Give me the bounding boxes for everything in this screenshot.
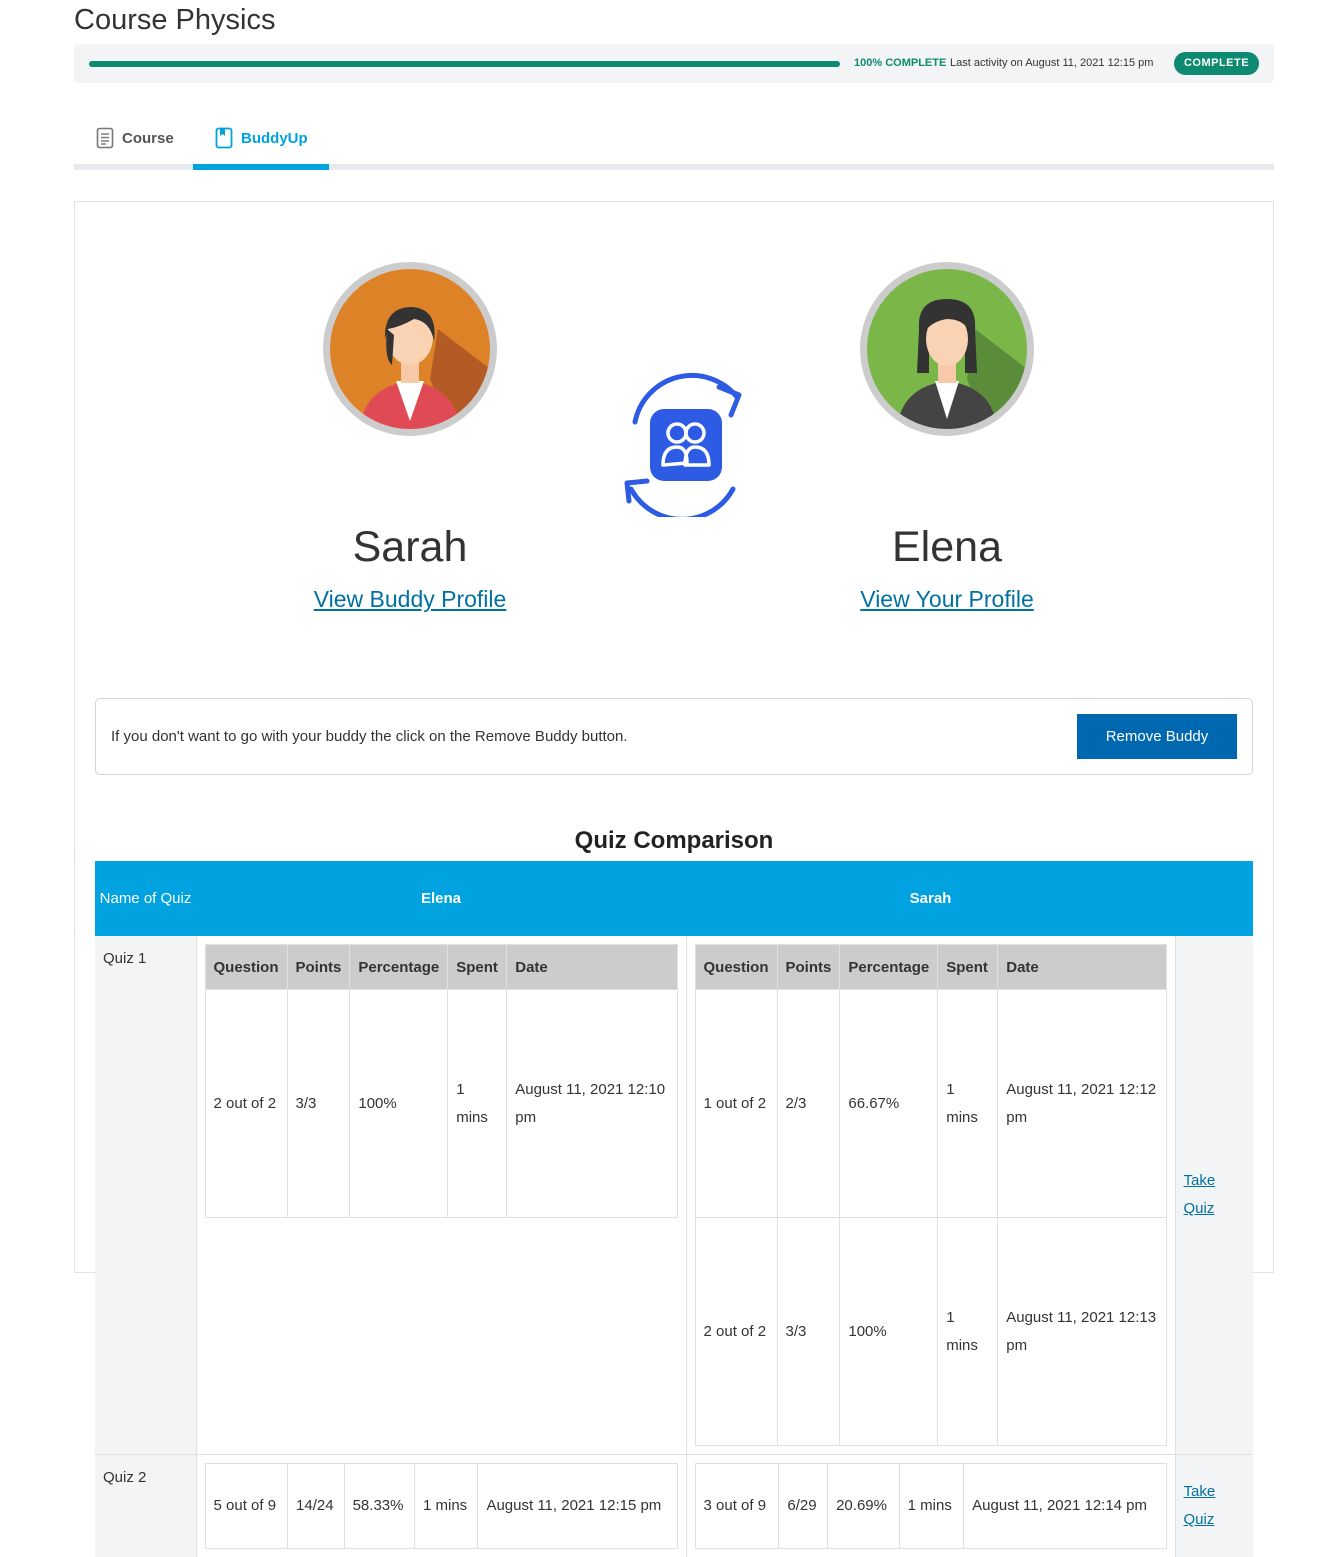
- cell-date: August 11, 2021 12:15 pm: [478, 1464, 677, 1549]
- table-row: Quiz 2 5 out of 9 14/24 58.33% 1 mins Au…: [95, 1455, 1253, 1557]
- result-row: 3 out of 9 6/29 20.69% 1 mins August 11,…: [695, 1464, 1166, 1549]
- column-header: Date: [507, 945, 677, 990]
- progress-percent-label: 100% COMPLETE: [854, 57, 946, 69]
- quiz-action-cell: Take Quiz: [1175, 1455, 1253, 1557]
- column-header: Question: [695, 945, 777, 990]
- tab-buddyup-label: BuddyUp: [241, 130, 308, 147]
- take-quiz-link[interactable]: Take Quiz: [1184, 1483, 1216, 1528]
- my-name: Elena: [797, 520, 1097, 575]
- results-table: Question Points Percentage Spent Date 2 …: [205, 944, 678, 1218]
- active-tab-indicator: [193, 164, 329, 170]
- quiz-name: Quiz 2: [95, 1455, 196, 1557]
- header-elena: Elena: [196, 861, 686, 936]
- tab-course[interactable]: Course: [96, 112, 174, 164]
- elena-results: 5 out of 9 14/24 58.33% 1 mins August 11…: [196, 1455, 686, 1557]
- cell-date: August 11, 2021 12:10 pm: [507, 990, 677, 1218]
- buddy-swap-icon: [615, 367, 755, 522]
- tab-course-label: Course: [122, 130, 174, 147]
- page-title: Course Physics: [74, 0, 275, 40]
- column-header: Percentage: [350, 945, 448, 990]
- results-table: 5 out of 9 14/24 58.33% 1 mins August 11…: [205, 1463, 678, 1549]
- view-buddy-profile-link[interactable]: View Buddy Profile: [260, 586, 560, 613]
- status-badge: COMPLETE: [1174, 52, 1259, 75]
- cell-question: 5 out of 9: [205, 1464, 288, 1549]
- column-header: Points: [777, 945, 840, 990]
- my-avatar: [860, 262, 1034, 436]
- progress-fill: [89, 61, 840, 67]
- column-header: Spent: [938, 945, 998, 990]
- notice-text: If you don't want to go with your buddy …: [111, 728, 628, 745]
- result-row: 2 out of 2 3/3 100% 1 mins August 11, 20…: [205, 990, 677, 1218]
- cell-question: 2 out of 2: [205, 990, 287, 1218]
- cell-spent: 1 mins: [938, 990, 998, 1218]
- remove-buddy-notice: If you don't want to go with your buddy …: [95, 698, 1253, 775]
- result-row: 1 out of 2 2/3 66.67% 1 mins August 11, …: [695, 990, 1166, 1218]
- table-row: Quiz 1 Question Points Percentage Spent …: [95, 936, 1253, 1455]
- bookmark-icon: [215, 127, 233, 149]
- cell-date: August 11, 2021 12:14 pm: [964, 1464, 1166, 1549]
- quiz-comparison-title: Quiz Comparison: [75, 827, 1273, 855]
- cell-question: 3 out of 9: [695, 1464, 779, 1549]
- take-quiz-link[interactable]: Take Quiz: [1184, 1172, 1216, 1217]
- cell-percentage: 100%: [840, 1218, 938, 1446]
- view-your-profile-link[interactable]: View Your Profile: [797, 586, 1097, 613]
- buddy-avatar: [323, 262, 497, 436]
- column-header: Date: [998, 945, 1166, 990]
- result-row: 2 out of 2 3/3 100% 1 mins August 11, 20…: [695, 1218, 1166, 1446]
- cell-date: August 11, 2021 12:12 pm: [998, 990, 1166, 1218]
- cell-spent: 1 mins: [448, 990, 507, 1218]
- cell-points: 2/3: [777, 990, 840, 1218]
- quiz-name: Quiz 1: [95, 936, 196, 1455]
- cell-percentage: 20.69%: [828, 1464, 900, 1549]
- result-row: 5 out of 9 14/24 58.33% 1 mins August 11…: [205, 1464, 677, 1549]
- cell-percentage: 58.33%: [344, 1464, 414, 1549]
- cell-question: 2 out of 2: [695, 1218, 777, 1446]
- cell-spent: 1 mins: [938, 1218, 998, 1446]
- last-activity-text: Last activity on August 11, 2021 12:15 p…: [950, 57, 1153, 69]
- header-sarah: Sarah: [686, 861, 1175, 936]
- tab-bar: Course BuddyUp: [74, 112, 1274, 170]
- column-header: Percentage: [840, 945, 938, 990]
- cell-points: 6/29: [779, 1464, 828, 1549]
- header-name-of-quiz: Name of Quiz: [95, 861, 196, 936]
- header-action: [1175, 861, 1253, 936]
- cell-spent: 1 mins: [899, 1464, 964, 1549]
- results-table: 3 out of 9 6/29 20.69% 1 mins August 11,…: [695, 1463, 1167, 1549]
- cell-question: 1 out of 2: [695, 990, 777, 1218]
- quiz-action-cell: Take Quiz: [1175, 936, 1253, 1455]
- sarah-results: Question Points Percentage Spent Date 1 …: [686, 936, 1175, 1455]
- cell-points: 3/3: [287, 990, 350, 1218]
- course-progress-bar: 100% COMPLETE Last activity on August 11…: [74, 44, 1274, 83]
- results-table: Question Points Percentage Spent Date 1 …: [695, 944, 1167, 1446]
- column-header: Points: [287, 945, 350, 990]
- progress-track: [89, 61, 840, 67]
- elena-results: Question Points Percentage Spent Date 2 …: [196, 936, 686, 1455]
- buddyup-panel: Sarah Elena View Buddy Profile View Your…: [74, 201, 1274, 1273]
- cell-percentage: 100%: [350, 990, 448, 1218]
- cell-points: 3/3: [777, 1218, 840, 1446]
- cell-points: 14/24: [288, 1464, 345, 1549]
- buddy-name: Sarah: [260, 520, 560, 575]
- column-header: Question: [205, 945, 287, 990]
- sarah-results: 3 out of 9 6/29 20.69% 1 mins August 11,…: [686, 1455, 1175, 1557]
- remove-buddy-button[interactable]: Remove Buddy: [1077, 714, 1237, 759]
- cell-date: August 11, 2021 12:13 pm: [998, 1218, 1166, 1446]
- quiz-comparison-table: Name of Quiz Elena Sarah Quiz 1 Question…: [95, 861, 1253, 1557]
- cell-percentage: 66.67%: [840, 990, 938, 1218]
- document-icon: [96, 127, 114, 149]
- tab-buddyup[interactable]: BuddyUp: [215, 112, 308, 164]
- cell-spent: 1 mins: [414, 1464, 477, 1549]
- column-header: Spent: [448, 945, 507, 990]
